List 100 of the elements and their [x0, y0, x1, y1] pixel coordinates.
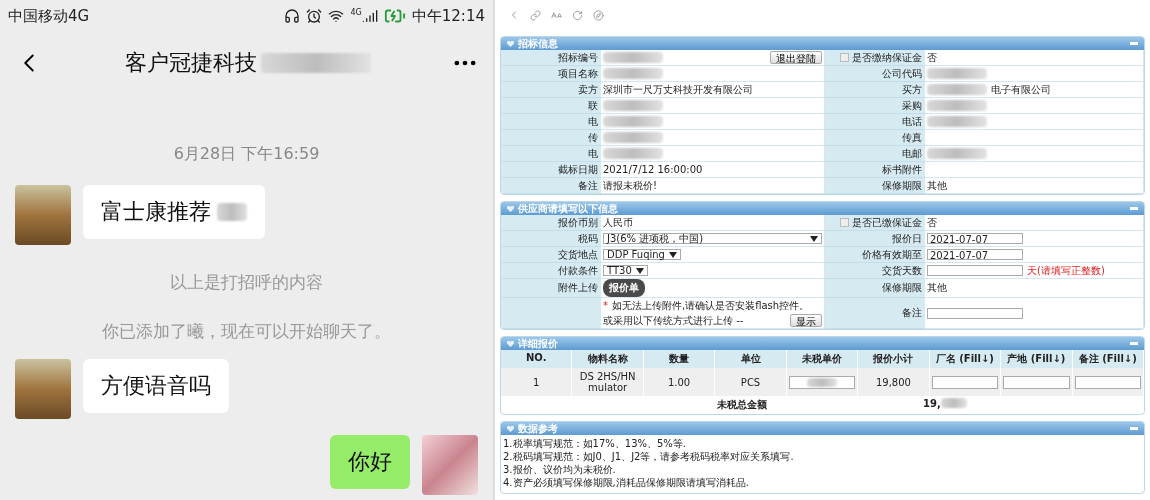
- message-bubble: 富士康推荐: [83, 185, 265, 239]
- column-header: 单位: [715, 350, 787, 368]
- checkbox[interactable]: [840, 53, 849, 62]
- field-label: 交货地点: [558, 247, 598, 262]
- field-label: 电: [588, 146, 598, 161]
- blurred-patch: [603, 116, 663, 127]
- field-value: 其他: [927, 281, 947, 295]
- avatar-placeholder: [15, 359, 71, 419]
- heart-icon: [507, 205, 514, 212]
- refresh-icon[interactable]: [572, 9, 583, 21]
- field-label: 招标编号: [558, 50, 598, 65]
- column-header: NO.: [501, 350, 573, 368]
- compass-icon[interactable]: [593, 9, 604, 21]
- blurred-patch: [940, 398, 967, 408]
- table-cell: 19,800: [858, 368, 930, 396]
- message-bubble: 方便语音吗: [83, 359, 229, 413]
- field-label: 报价币别: [558, 215, 598, 230]
- field-label: 电邮: [902, 146, 922, 161]
- action-button[interactable]: 显示: [790, 314, 822, 327]
- field-value: 2021/7/12 16:00:00: [603, 164, 703, 175]
- field-label: 报价日: [892, 231, 922, 246]
- input-field[interactable]: [927, 307, 1023, 319]
- field-value: 否: [927, 50, 937, 65]
- table-cell: 1: [501, 368, 573, 396]
- dropdown[interactable]: TT30: [603, 265, 648, 276]
- field-value: 如无法上传附件,请确认是否安装flash控件。: [612, 298, 810, 313]
- dropdown[interactable]: J3(6% 进项税，中国): [603, 233, 822, 244]
- dropdown[interactable]: DDP Fuqing: [603, 249, 681, 260]
- field-value: 否: [927, 215, 937, 230]
- field-value: 人民币: [603, 215, 633, 230]
- field-value: 请报未税价!: [603, 178, 657, 193]
- input-field[interactable]: [931, 375, 999, 389]
- blurred-patch: [927, 100, 987, 111]
- clock-time: 中午12:14: [411, 6, 485, 26]
- field-label: 税码: [578, 231, 598, 246]
- table-cell: 1.00: [643, 368, 716, 396]
- field-label: 交货天数: [882, 263, 922, 278]
- field-value: 电子有限公司: [991, 82, 1051, 97]
- checkbox[interactable]: [840, 218, 849, 227]
- panel-title: 数据参考: [518, 422, 558, 436]
- chat-title: 客户冠捷科技: [124, 49, 257, 77]
- text-size-icon[interactable]: [551, 9, 562, 21]
- panel-title: 招标信息: [518, 37, 558, 51]
- field-label: 项目名称: [558, 66, 598, 81]
- column-header: 厂名 (Fill↓): [929, 350, 1002, 368]
- field-label: 是否缴纳保证金: [852, 50, 922, 65]
- input-field[interactable]: 2021-07-07: [927, 249, 1023, 260]
- panel-title: 详细报价: [518, 337, 558, 351]
- upload-button[interactable]: 报价单: [603, 279, 645, 297]
- blurred-patch: [603, 68, 663, 79]
- field-value: 其他: [927, 178, 947, 193]
- column-header: 产地 (Fill↓): [1001, 350, 1073, 368]
- alarm-icon: [306, 8, 323, 24]
- field-label: 备注: [902, 306, 922, 320]
- blurred-patch: [927, 116, 987, 127]
- input-field[interactable]: [788, 375, 856, 389]
- input-field[interactable]: [927, 265, 1023, 276]
- column-header: 未税单价: [786, 350, 859, 368]
- field-label: 保修期限: [882, 178, 922, 193]
- note-line: 2.税码填写规范：如J0、J1、J2等，请参考税码税率对应关系填写.: [503, 450, 795, 463]
- input-field[interactable]: [1003, 375, 1070, 389]
- field-label: 备注: [578, 178, 598, 193]
- headphones-icon: [284, 8, 301, 24]
- field-label: 电: [588, 114, 598, 129]
- field-label: 价格有效期至: [862, 247, 922, 262]
- required-mark: *: [603, 300, 608, 311]
- total-value: 19,: [923, 398, 941, 411]
- panel-title: 供应商请填写以下信息: [518, 202, 618, 216]
- input-field[interactable]: 2021-07-07: [927, 233, 1023, 244]
- field-label: 买方: [902, 82, 922, 97]
- input-field[interactable]: [1074, 375, 1141, 389]
- system-message: 你已添加了曦，现在可以开始聊天了。: [101, 320, 392, 343]
- action-button[interactable]: 退出登陆: [770, 51, 822, 64]
- blurred-patch: [927, 84, 987, 95]
- avatar-placeholder: [15, 185, 71, 245]
- field-label: 是否已缴保证金: [852, 215, 922, 230]
- field-label: 传: [588, 130, 598, 145]
- column-header: 报价小计: [858, 350, 930, 368]
- field-value: 或采用以下传统方式进行上传 --: [603, 313, 744, 328]
- heart-icon: [507, 340, 514, 347]
- field-label: 标书附件: [882, 162, 922, 177]
- table-cell: PCS: [715, 368, 787, 396]
- timestamp: 6月28日 下午16:59: [172, 144, 321, 165]
- blurred-patch: [603, 100, 663, 111]
- blurred-patch: [927, 148, 987, 159]
- field-label: 附件上传: [558, 281, 598, 295]
- note-line: 4.资产必须填写保修期限,消耗品保修期限请填写消耗品.: [503, 476, 750, 489]
- signal-icon: [361, 8, 378, 24]
- note-line: 3.报价、议价均为未税价.: [503, 463, 617, 476]
- caret-icon: [668, 251, 677, 258]
- field-label: 电话: [902, 114, 922, 129]
- heart-icon: [507, 40, 514, 47]
- warning-text: 天(请填写正整数): [1027, 263, 1105, 278]
- table-cell: DS 2HS/HN mulator: [572, 368, 644, 396]
- network-label: 4G: [350, 8, 362, 17]
- link-icon[interactable]: [530, 9, 541, 21]
- column-header: 物料名称: [572, 350, 644, 368]
- carrier-label: 中国移动4G: [8, 6, 90, 26]
- system-message: 以上是打招呼的内容: [169, 271, 324, 294]
- field-label: 截标日期: [558, 162, 598, 177]
